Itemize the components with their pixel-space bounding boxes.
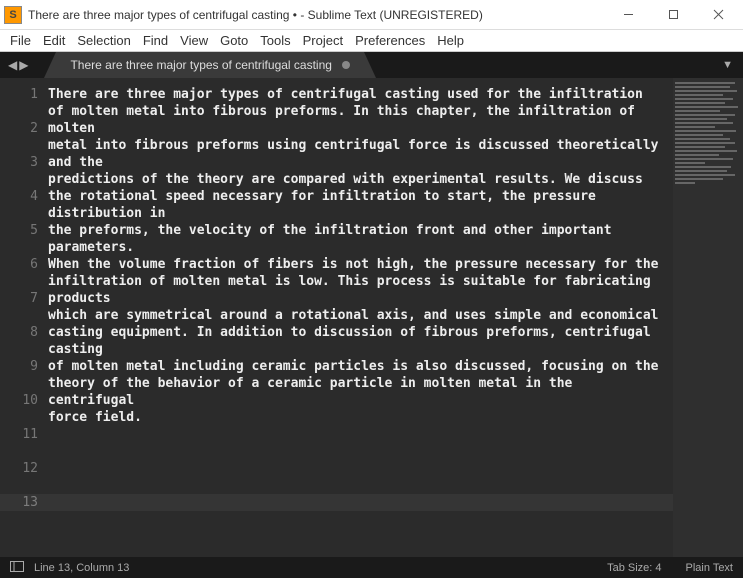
- minimap-line: [675, 174, 735, 176]
- minimap-line: [675, 126, 715, 128]
- window-title: There are three major types of centrifug…: [28, 8, 606, 22]
- minimap-line: [675, 182, 695, 184]
- nav-arrows: ◀ ▶: [0, 58, 36, 72]
- minimap[interactable]: [673, 78, 743, 557]
- line-number: 6: [0, 256, 38, 290]
- minimap-line: [675, 162, 705, 164]
- minimap-line: [675, 150, 737, 152]
- minimap-line: [675, 94, 723, 96]
- file-tab[interactable]: There are three major types of centrifug…: [56, 52, 363, 78]
- minimap-line: [675, 122, 733, 124]
- code-line[interactable]: When the volume fraction of fibers is no…: [48, 256, 663, 273]
- minimap-line: [675, 170, 727, 172]
- minimap-line: [675, 82, 735, 84]
- code-line[interactable]: of molten metal including ceramic partic…: [48, 358, 663, 375]
- minimap-line: [675, 178, 723, 180]
- app-icon: S: [4, 6, 22, 24]
- code-line[interactable]: casting equipment. In addition to discus…: [48, 324, 663, 358]
- statusbar: Line 13, Column 13 Tab Size: 4 Plain Tex…: [0, 557, 743, 578]
- code-line[interactable]: predictions of the theory are compared w…: [48, 171, 663, 188]
- line-number: 4: [0, 188, 38, 222]
- minimap-line: [675, 166, 731, 168]
- code-line[interactable]: the preforms, the velocity of the infilt…: [48, 222, 663, 256]
- menu-view[interactable]: View: [174, 31, 214, 50]
- line-number: 7: [0, 290, 38, 324]
- minimap-line: [675, 158, 733, 160]
- status-tabsize[interactable]: Tab Size: 4: [607, 562, 661, 574]
- code-line[interactable]: theory of the behavior of a ceramic part…: [48, 375, 663, 409]
- code-line[interactable]: the rotational speed necessary for infil…: [48, 188, 663, 222]
- minimap-line: [675, 130, 736, 132]
- code-line[interactable]: which are symmetrical around a rotationa…: [48, 307, 663, 324]
- nav-back-icon[interactable]: ◀: [8, 58, 17, 72]
- code-line[interactable]: There are three major types of centrifug…: [48, 86, 663, 103]
- menu-goto[interactable]: Goto: [214, 31, 254, 50]
- tab-bar: ◀ ▶ There are three major types of centr…: [0, 52, 743, 78]
- code-line[interactable]: force field.: [48, 409, 663, 426]
- menu-tools[interactable]: Tools: [254, 31, 296, 50]
- minimap-line: [675, 90, 737, 92]
- menu-selection[interactable]: Selection: [71, 31, 136, 50]
- minimap-line: [675, 110, 720, 112]
- code-line[interactable]: infiltration of molten metal is low. Thi…: [48, 273, 663, 307]
- line-number: 10: [0, 392, 38, 426]
- minimap-line: [675, 114, 735, 116]
- line-number: 5: [0, 222, 38, 256]
- code-line[interactable]: metal into fibrous preforms using centri…: [48, 137, 663, 171]
- minimap-line: [675, 146, 725, 148]
- panel-switcher-icon[interactable]: [10, 561, 24, 575]
- status-syntax[interactable]: Plain Text: [686, 562, 734, 574]
- minimap-line: [675, 134, 723, 136]
- menu-find[interactable]: Find: [137, 31, 174, 50]
- gutter: 12345678910111213: [0, 78, 48, 557]
- code-content[interactable]: There are three major types of centrifug…: [48, 78, 743, 557]
- minimize-button[interactable]: [606, 1, 651, 29]
- window-controls: [606, 1, 741, 29]
- line-number: 9: [0, 358, 38, 392]
- titlebar: S There are three major types of centrif…: [0, 0, 743, 30]
- code-line[interactable]: of molten metal into fibrous preforms. I…: [48, 103, 663, 137]
- menu-edit[interactable]: Edit: [37, 31, 71, 50]
- menu-file[interactable]: File: [4, 31, 37, 50]
- status-position[interactable]: Line 13, Column 13: [34, 562, 583, 574]
- menu-help[interactable]: Help: [431, 31, 470, 50]
- tab-title: There are three major types of centrifug…: [70, 58, 331, 72]
- minimap-line: [675, 102, 725, 104]
- menu-project[interactable]: Project: [297, 31, 349, 50]
- maximize-button[interactable]: [651, 1, 696, 29]
- line-number: 12: [0, 460, 38, 494]
- line-number: 1: [0, 86, 38, 120]
- tab-dropdown-icon[interactable]: ▼: [712, 59, 743, 71]
- menu-preferences[interactable]: Preferences: [349, 31, 431, 50]
- line-number: 13: [0, 494, 38, 511]
- line-number: 2: [0, 120, 38, 154]
- minimap-line: [675, 106, 738, 108]
- line-number: 3: [0, 154, 38, 188]
- minimap-line: [675, 138, 730, 140]
- minimap-line: [675, 154, 719, 156]
- minimap-line: [675, 86, 730, 88]
- minimap-line: [675, 118, 727, 120]
- menubar: FileEditSelectionFindViewGotoToolsProjec…: [0, 30, 743, 52]
- nav-forward-icon[interactable]: ▶: [19, 58, 28, 72]
- editor[interactable]: 12345678910111213 There are three major …: [0, 78, 743, 557]
- tab-dirty-indicator: [342, 61, 350, 69]
- line-number: 11: [0, 426, 38, 460]
- minimap-line: [675, 98, 733, 100]
- line-number: 8: [0, 324, 38, 358]
- close-button[interactable]: [696, 1, 741, 29]
- minimap-line: [675, 142, 735, 144]
